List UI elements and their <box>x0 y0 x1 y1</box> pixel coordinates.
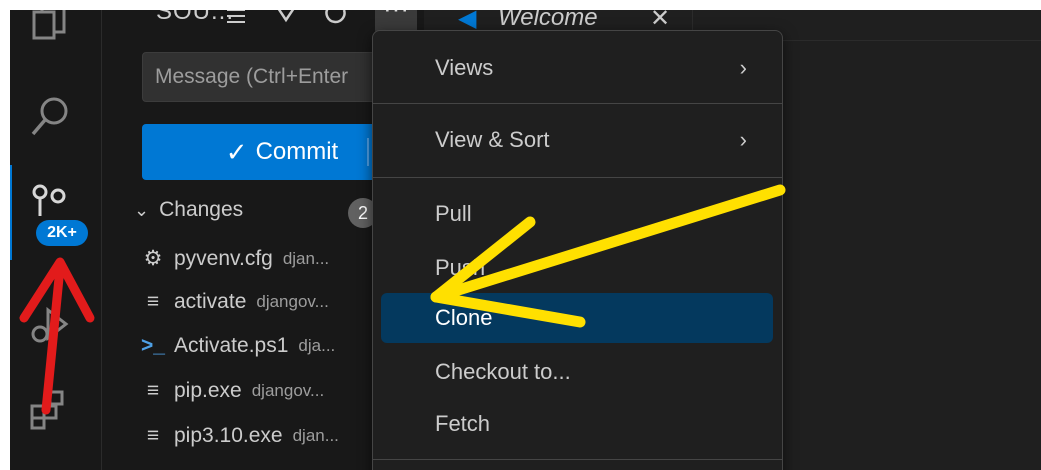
source-control-icon[interactable] <box>26 178 74 226</box>
menu-item-fetch[interactable]: Fetch <box>381 399 773 449</box>
vscode-window: 2K+ SOU... ··· Message (Ctrl+Enter ✓ Com… <box>10 10 1041 470</box>
menu-item-checkout[interactable]: Checkout to... <box>381 347 773 397</box>
lines-icon: ≡ <box>146 424 160 447</box>
panel-title: SOU... <box>156 10 235 25</box>
menu-item-views[interactable]: Views › <box>381 43 773 93</box>
file-item-activate-ps1[interactable]: >_ Activate.ps1 dja... <box>141 334 336 358</box>
file-dir: djangov... <box>256 292 329 311</box>
chevron-down-icon: ⌄ <box>134 199 150 220</box>
activity-bar: 2K+ <box>10 10 102 470</box>
commit-dropdown-divider <box>367 138 369 166</box>
menu-item-clone[interactable]: Clone <box>381 293 773 343</box>
run-debug-icon[interactable] <box>26 300 74 348</box>
file-dir: djan... <box>292 426 339 445</box>
active-indicator <box>10 165 12 260</box>
file-name: pip.exe <box>174 379 242 402</box>
gear-icon: ⚙ <box>143 247 163 270</box>
explorer-icon[interactable] <box>26 10 74 48</box>
menu-item-label: Fetch <box>435 411 491 436</box>
chevron-right-icon: › <box>739 127 747 152</box>
file-dir: djan... <box>282 248 330 268</box>
checkmark-icon: ✓ <box>225 136 248 167</box>
check-icon[interactable] <box>274 10 298 31</box>
tab-label: Welcome <box>498 10 598 31</box>
menu-item-label: Pull <box>435 201 472 226</box>
view-as-tree-icon[interactable] <box>224 10 248 31</box>
menu-separator <box>373 459 782 460</box>
commit-label: Commit <box>255 138 339 165</box>
menu-item-label: Push <box>435 255 486 280</box>
lines-icon: ≡ <box>146 290 160 313</box>
extensions-icon[interactable] <box>26 384 74 432</box>
chevron-right-icon: › <box>739 55 747 80</box>
menu-separator <box>373 103 782 104</box>
menu-item-label: Views <box>435 55 494 80</box>
scm-badge: 2K+ <box>36 220 88 246</box>
lines-icon: ≡ <box>146 379 160 402</box>
menu-item-pull[interactable]: Pull <box>381 189 773 239</box>
menu-item-view-sort[interactable]: View & Sort › <box>381 115 773 165</box>
file-dir: djangov... <box>251 381 325 400</box>
file-item-pip[interactable]: ≡ pip.exe djangov... <box>142 379 324 403</box>
file-item-activate[interactable]: ≡ activate djangov... <box>142 290 329 314</box>
file-name: Activate.ps1 <box>174 334 289 357</box>
file-name: activate <box>174 290 247 313</box>
search-icon[interactable] <box>26 92 74 140</box>
menu-item-push[interactable]: Push <box>381 243 773 293</box>
menu-separator <box>373 177 782 178</box>
menu-item-label: View & Sort <box>435 127 550 152</box>
refresh-icon[interactable] <box>324 10 348 31</box>
file-name: pyvenv.cfg <box>174 246 273 270</box>
file-item-pip3[interactable]: ≡ pip3.10.exe djan... <box>142 424 339 448</box>
menu-item-label: Checkout to... <box>435 359 571 384</box>
changes-label: Changes <box>159 198 244 221</box>
file-item-pyvenv[interactable]: ⚙ pyvenv.cfg djan... <box>142 246 330 271</box>
file-name: pip3.10.exe <box>174 424 283 447</box>
menu-item-label: Clone <box>435 305 493 330</box>
changes-section-header[interactable]: ⌄ Changes <box>134 198 243 222</box>
file-dir: dja... <box>298 336 336 355</box>
more-actions-menu: Views › View & Sort › Pull Push Clone Ch… <box>372 30 783 470</box>
terminal-icon: >_ <box>141 334 165 357</box>
